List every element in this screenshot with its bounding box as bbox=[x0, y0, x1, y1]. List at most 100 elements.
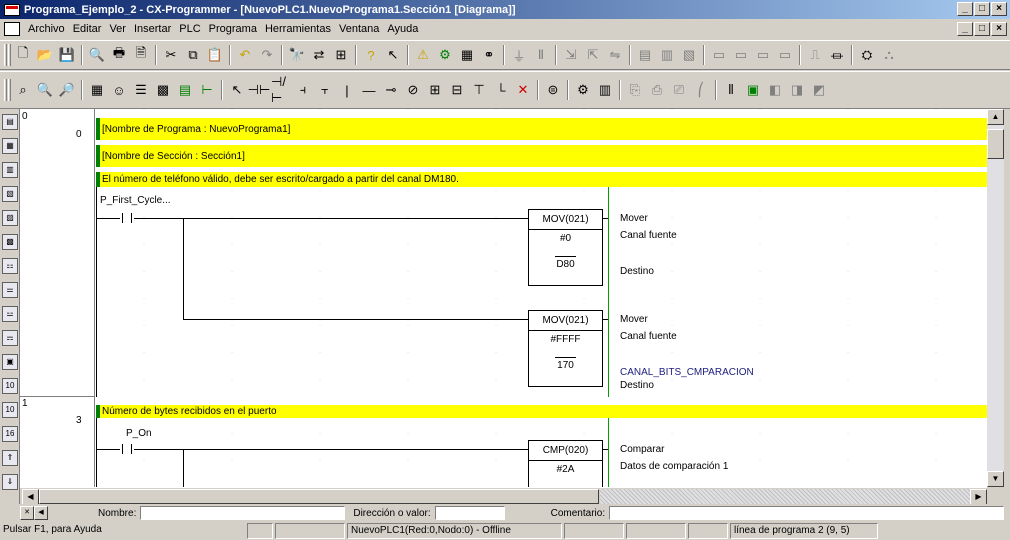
contact-p-on[interactable] bbox=[119, 444, 135, 454]
close-button[interactable]: × bbox=[991, 2, 1007, 16]
rung-comment-phone[interactable]: El número de teléfono válido, debe ser e… bbox=[96, 172, 987, 187]
menu-plc[interactable]: PLC bbox=[175, 23, 204, 35]
properties-icon[interactable]: ▨ bbox=[2, 210, 18, 226]
mdi-minimize-button[interactable]: _ bbox=[957, 22, 973, 36]
address-reference-icon[interactable]: ▧ bbox=[2, 186, 18, 202]
memory-icon-1[interactable]: ▭ bbox=[709, 45, 729, 65]
compare-icon[interactable]: ⇋ bbox=[605, 45, 625, 65]
grid-icon[interactable]: ▦ bbox=[87, 80, 107, 100]
output-window-icon[interactable]: ▦ bbox=[2, 138, 18, 154]
symbol-table-icon[interactable]: ▥ bbox=[595, 80, 615, 100]
new-file-icon[interactable]: 🗋 bbox=[13, 45, 33, 65]
zoom-icon[interactable]: ⌕ bbox=[13, 80, 33, 100]
delete-line-icon[interactable]: ✕ bbox=[513, 80, 533, 100]
rung-comment-bytes[interactable]: Número de bytes recibidos en el puerto bbox=[96, 405, 987, 418]
cut-icon[interactable]: ✂ bbox=[161, 45, 181, 65]
mnemonic-icon[interactable]: ▩ bbox=[153, 80, 173, 100]
scroll-down-icon[interactable]: ▼ bbox=[987, 471, 1004, 487]
fix-down-icon[interactable]: ⇓ bbox=[2, 474, 18, 490]
window-icon-4[interactable]: ◩ bbox=[809, 80, 829, 100]
menu-programa[interactable]: Programa bbox=[205, 23, 261, 35]
contact-or-no-icon[interactable]: ⫞ bbox=[293, 80, 313, 100]
print-preview-icon[interactable]: 🔍 bbox=[87, 45, 107, 65]
page-preview-icon[interactable]: 🗎 bbox=[131, 45, 151, 65]
function-block-mov-2[interactable]: MOV(021) #FFFF 170 bbox=[528, 310, 603, 387]
memory-icon-4[interactable]: ▭ bbox=[775, 45, 795, 65]
size-grip[interactable] bbox=[880, 523, 980, 539]
function-block-mov-1[interactable]: MOV(021) #0 D80 bbox=[528, 209, 603, 286]
force-icon[interactable]: ⎍ bbox=[805, 45, 825, 65]
connect-icon[interactable]: ⏚ bbox=[509, 45, 529, 65]
contact-or-nc-icon[interactable]: ⫟ bbox=[315, 80, 335, 100]
project-workspace-icon[interactable]: ▤ bbox=[2, 114, 18, 130]
copy-icon[interactable]: ⧉ bbox=[183, 45, 203, 65]
function-block-cmp[interactable]: CMP(020) #2A bbox=[528, 440, 603, 487]
cross-reference-icon[interactable]: ⊞ bbox=[331, 45, 351, 65]
coil-nc-icon[interactable]: ⊘ bbox=[403, 80, 423, 100]
pmcr-icon[interactable]: ⊤ bbox=[469, 80, 489, 100]
print-icon[interactable]: 🖶 bbox=[109, 45, 129, 65]
data-10b-icon[interactable]: 10 bbox=[2, 402, 18, 418]
horizontal-line-icon[interactable]: — bbox=[359, 80, 379, 100]
document-icon[interactable] bbox=[4, 22, 20, 36]
scroll-left-icon[interactable]: ◀ bbox=[22, 489, 39, 505]
memory-view-icon[interactable]: ⚍ bbox=[2, 306, 18, 322]
program-name-comment[interactable]: [Nombre de Programa : NuevoPrograma1] bbox=[96, 118, 987, 140]
data-16-icon[interactable]: 16 bbox=[2, 426, 18, 442]
zoom-in-icon[interactable]: 🔍 bbox=[35, 80, 55, 100]
cross-ref-icon[interactable]: ▩ bbox=[2, 234, 18, 250]
simulate-icon[interactable]: ⛭ bbox=[857, 45, 877, 65]
menu-archivo[interactable]: Archivo bbox=[24, 23, 69, 35]
transfer-to-plc-icon[interactable]: ⇲ bbox=[561, 45, 581, 65]
mnemonic-view-icon[interactable]: ⚎ bbox=[2, 330, 18, 346]
instruction-list-icon[interactable]: ▤ bbox=[175, 80, 195, 100]
menu-ver[interactable]: Ver bbox=[105, 23, 130, 35]
rung-comment-icon[interactable]: ⚌ bbox=[2, 282, 18, 298]
direccion-field[interactable] bbox=[434, 506, 505, 520]
section-name-comment[interactable]: [Nombre de Sección : Sección1] bbox=[96, 145, 987, 167]
program-check-icon[interactable]: ⊜ bbox=[543, 80, 563, 100]
menu-insertar[interactable]: Insertar bbox=[130, 23, 175, 35]
window-icon-3[interactable]: ◨ bbox=[787, 80, 807, 100]
online-edit-icon-2[interactable]: ⎙ bbox=[647, 80, 667, 100]
mode-run-icon[interactable]: ▧ bbox=[679, 45, 699, 65]
compile-icon[interactable]: ⚙ bbox=[435, 45, 455, 65]
horizontal-scrollbar[interactable]: ◀ ▶ bbox=[20, 487, 987, 505]
scroll-up-icon[interactable]: ▲ bbox=[987, 109, 1004, 125]
minimize-button[interactable]: _ bbox=[957, 2, 973, 16]
set-reset-icon[interactable]: ⏛ bbox=[827, 45, 847, 65]
help-icon[interactable]: ? bbox=[361, 45, 381, 65]
comentario-field[interactable] bbox=[609, 506, 1005, 520]
instruction-icon[interactable]: ⊞ bbox=[425, 80, 445, 100]
online-edit-icon-4[interactable]: ⎛ bbox=[691, 80, 711, 100]
line-connect-icon[interactable]: └ bbox=[491, 80, 511, 100]
nombre-field[interactable] bbox=[140, 506, 346, 520]
ladder-editor[interactable]: 0 0 1 3 [Nombre de Programa : NuevoProgr… bbox=[20, 109, 987, 487]
comments-icon[interactable]: ☺ bbox=[109, 80, 129, 100]
replace-icon[interactable]: ⇄ bbox=[309, 45, 329, 65]
debug-icon[interactable]: ⛬ bbox=[879, 45, 899, 65]
pause-icon[interactable]: Ⅱ bbox=[531, 45, 551, 65]
mdi-close-button[interactable]: × bbox=[991, 22, 1007, 36]
scroll-right-icon[interactable]: ▶ bbox=[970, 489, 987, 505]
scroll-thumb[interactable] bbox=[987, 129, 1004, 159]
list-icon[interactable]: ☰ bbox=[131, 80, 151, 100]
data-trace-icon[interactable]: ⦀ bbox=[721, 80, 741, 100]
instruction-2-icon[interactable]: ⊟ bbox=[447, 80, 467, 100]
find-icon[interactable]: 🔭 bbox=[287, 45, 307, 65]
zoom-out-icon[interactable]: 🔎 bbox=[57, 80, 77, 100]
vertical-scrollbar[interactable]: ▲ ▼ bbox=[987, 109, 1004, 487]
maximize-button[interactable]: □ bbox=[974, 2, 990, 16]
context-help-icon[interactable]: ↖ bbox=[383, 45, 403, 65]
symbol-view-icon[interactable]: ▣ bbox=[2, 354, 18, 370]
coil-no-icon[interactable]: ⊸ bbox=[381, 80, 401, 100]
contact-nc-icon[interactable]: ⊣/⊢ bbox=[271, 74, 291, 105]
mode-monitor-icon[interactable]: ▥ bbox=[657, 45, 677, 65]
save-icon[interactable]: 💾 bbox=[57, 45, 77, 65]
h-scroll-thumb[interactable] bbox=[39, 489, 599, 504]
menu-editar[interactable]: Editar bbox=[69, 23, 106, 35]
tree-icon[interactable]: ⊢ bbox=[197, 80, 217, 100]
paste-icon[interactable]: 📋 bbox=[205, 45, 225, 65]
menu-herramientas[interactable]: Herramientas bbox=[261, 23, 335, 35]
menu-ventana[interactable]: Ventana bbox=[335, 23, 383, 35]
